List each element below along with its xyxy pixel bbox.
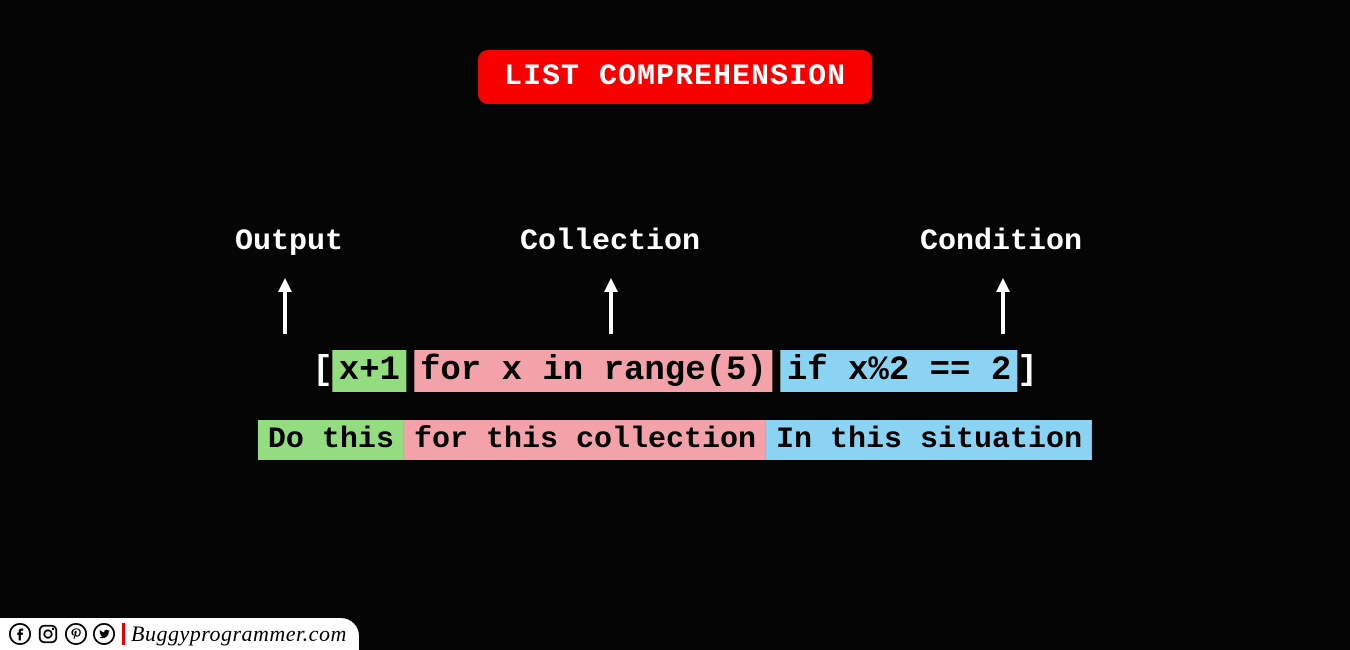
instagram-icon bbox=[37, 623, 59, 645]
arrow-up-icon bbox=[994, 278, 1012, 339]
pinterest-icon bbox=[65, 623, 87, 645]
close-bracket: ] bbox=[1017, 350, 1037, 392]
desc-output: Do this bbox=[258, 420, 404, 460]
desc-collection: for this collection bbox=[404, 420, 766, 460]
code-output-segment: x+1 bbox=[333, 350, 406, 392]
code-condition-segment: if x%2 == 2 bbox=[781, 350, 1017, 392]
desc-row: Do this for this collection In this situ… bbox=[258, 420, 1092, 460]
code-gap bbox=[406, 350, 414, 392]
footer-badge: Buggyprogrammer.com bbox=[0, 618, 359, 650]
open-bracket: [ bbox=[312, 350, 332, 392]
desc-condition: In this situation bbox=[766, 420, 1092, 460]
footer-divider bbox=[122, 623, 125, 645]
title-badge: LIST COMPREHENSION bbox=[478, 50, 872, 104]
arrow-up-icon bbox=[276, 278, 294, 339]
arrow-up-icon bbox=[602, 278, 620, 339]
footer-brand: Buggyprogrammer.com bbox=[131, 621, 347, 647]
label-output: Output bbox=[235, 225, 343, 259]
label-collection: Collection bbox=[520, 225, 700, 259]
code-row: [ x+1 for x in range(5) if x%2 == 2 ] bbox=[312, 350, 1037, 392]
twitter-icon bbox=[93, 623, 115, 645]
code-gap bbox=[773, 350, 781, 392]
code-collection-segment: for x in range(5) bbox=[414, 350, 773, 392]
label-condition: Condition bbox=[920, 225, 1082, 259]
facebook-icon bbox=[9, 623, 31, 645]
